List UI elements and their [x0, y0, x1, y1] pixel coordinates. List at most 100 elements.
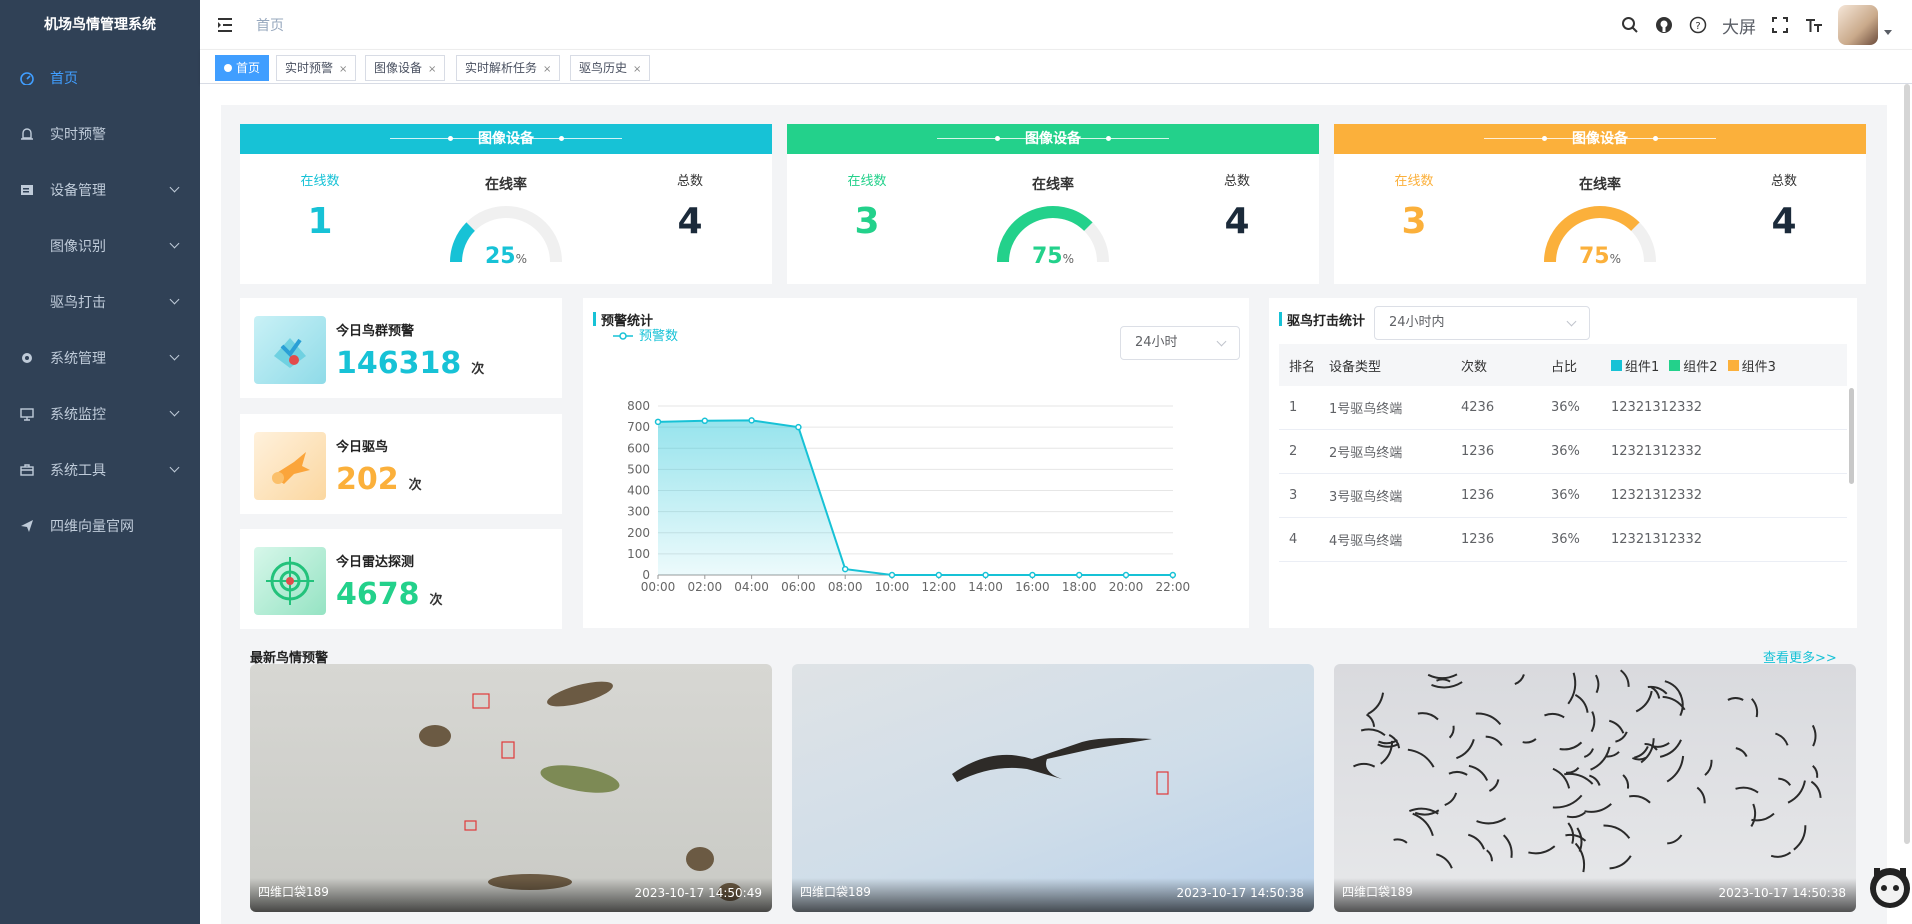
bird-shape [1778, 777, 1792, 786]
bird-shape [1528, 845, 1556, 855]
warning-picture[interactable]: 四维口袋189 2023-10-17 14:50:49 [250, 664, 772, 912]
sidebar-item-label: 系统管理 [50, 351, 106, 367]
repel-range-select[interactable]: 24小时内 [1374, 306, 1590, 340]
fullscreen-icon[interactable] [1770, 15, 1790, 35]
table-legend: 组件1 组件2 组件3 [1611, 356, 1847, 375]
bird-shape [1787, 780, 1806, 804]
device-card-title: 图像设备 [1572, 131, 1628, 147]
sidebar-item-device-mgmt[interactable]: 设备管理 [0, 162, 200, 218]
tag-home[interactable]: 首页 [215, 55, 270, 81]
online-rate-gauge: 在线率 75% [987, 154, 1119, 284]
bird-shape [1485, 735, 1503, 747]
legend-swatch [1611, 359, 1622, 371]
bird-shape [1735, 786, 1759, 794]
x-tick-label: 08:00 [828, 580, 863, 594]
close-icon[interactable]: × [633, 64, 641, 75]
sidebar-item-label: 系统监控 [50, 407, 106, 423]
sidebar-item-image-recognition[interactable]: 图像识别 [0, 218, 200, 274]
caret-down-icon[interactable] [1884, 29, 1892, 35]
repel-table: 排名 设备类型 次数 占比 组件1 组件2 组件3 1 1号驱鸟终端 4236 36%… [1279, 344, 1847, 562]
sidebar-item-label: 四维向量官网 [50, 519, 134, 535]
x-tick-label: 00:00 [641, 580, 676, 594]
table-row[interactable]: 3 3号驱鸟终端 1236 36% 12321312332 [1279, 474, 1847, 518]
warning-picture[interactable]: 四维口袋189 2023-10-17 14:50:38 [1334, 664, 1856, 912]
sidebar-item-system-monitor[interactable]: 系统监控 [0, 386, 200, 442]
bird-shape [1629, 795, 1651, 804]
sidebar-item-label: 首页 [50, 71, 78, 87]
help-icon[interactable]: ? [1688, 15, 1708, 35]
warning-picture[interactable]: 四维口袋189 2023-10-17 14:50:38 [792, 664, 1314, 912]
tag-repel-history[interactable]: 驱鸟历史 × [570, 55, 651, 81]
table-row[interactable]: 2 2号驱鸟终端 1236 36% 12321312332 [1279, 430, 1847, 474]
warning-line-chart: 010020030040050060070080000:00 02:00 04:00… [613, 328, 1190, 594]
bird-shape [1365, 713, 1376, 727]
bird-shape [1436, 678, 1451, 683]
device-card: 图像设备 在线数 3 在线率 75% 总数 4 [787, 124, 1319, 284]
close-icon[interactable]: × [543, 64, 551, 75]
sidebar-item-bird-repel[interactable]: 驱鸟打击 [0, 274, 200, 330]
bird-shape [1566, 811, 1586, 819]
picture-time: 2023-10-17 14:50:38 [1718, 886, 1846, 900]
hamburger-icon[interactable] [217, 17, 237, 33]
series-area [658, 420, 1173, 575]
bird-shape [1574, 693, 1589, 713]
bigscreen-button[interactable]: 大屏 [1722, 13, 1756, 38]
sidebar-item-label: 设备管理 [50, 183, 106, 199]
total-count: 总数 4 [676, 174, 703, 242]
data-point [1029, 571, 1036, 579]
online-count: 在线数 1 [300, 174, 340, 242]
warning-chart-card: 预警统计 24小时 0 100 200 300 400 500 600 700 800 00:00… [583, 298, 1249, 628]
bird-shape [1590, 746, 1611, 771]
tag-realtime-alert[interactable]: 实时预警 × [276, 55, 357, 81]
sidebar: 机场鸟情管理系统 首页 实时预警 设备管理 图像识别 驱鸟打击 系统管理 系统监… [0, 0, 200, 924]
bird-shape [1353, 762, 1376, 768]
chevron-down-icon [169, 350, 180, 361]
page-scrollbar[interactable] [1904, 84, 1910, 844]
bird-shape [1378, 739, 1398, 745]
online-count: 在线数 3 [1394, 174, 1434, 242]
close-icon[interactable]: × [339, 64, 347, 75]
sidebar-item-label: 实时预警 [50, 127, 106, 143]
table-row[interactable]: 4 4号驱鸟终端 1236 36% 12321312332 [1279, 518, 1847, 562]
stat-card-radar: 今日雷达探测 4678 次 [240, 529, 562, 629]
sidebar-item-system-mgmt[interactable]: 系统管理 [0, 330, 200, 386]
table-scrollbar[interactable] [1849, 388, 1854, 484]
tag-image-device[interactable]: 图像设备 × [365, 55, 446, 81]
bird-shape [1476, 817, 1507, 825]
bird-shape [1431, 681, 1463, 689]
bird-shape [1467, 833, 1485, 850]
bird-shape [1565, 833, 1587, 842]
sidebar-item-website[interactable]: 四维向量官网 [0, 498, 200, 554]
font-size-icon[interactable] [1804, 15, 1824, 35]
bird-shape [1417, 712, 1439, 721]
sidebar-item-home[interactable]: 首页 [0, 50, 200, 106]
breadcrumb[interactable]: 首页 [256, 15, 284, 35]
close-icon[interactable]: × [428, 64, 436, 75]
bird-shape [1590, 711, 1596, 733]
picture-device-name: 四维口袋189 [258, 885, 329, 899]
table-row[interactable]: 1 1号驱鸟终端 4236 36% 12321312332 [1279, 386, 1847, 430]
device-card-header: 图像设备 [787, 124, 1319, 154]
github-icon[interactable] [1654, 15, 1674, 35]
bird-shape [1584, 803, 1612, 813]
x-tick-label: 20:00 [1109, 580, 1144, 594]
sidebar-item-label: 驱鸟打击 [50, 295, 106, 311]
bird-shape [1640, 738, 1655, 764]
sidebar-item-realtime-alert[interactable]: 实时预警 [0, 106, 200, 162]
avatar[interactable] [1838, 5, 1878, 45]
bird-shape [1393, 838, 1408, 844]
gear-icon [20, 351, 34, 365]
bird-shape [1552, 767, 1571, 789]
sidebar-item-system-tools[interactable]: 系统工具 [0, 442, 200, 498]
bird-shape [1793, 825, 1807, 851]
device-card-header: 图像设备 [1334, 124, 1866, 154]
bird-repel-icon [254, 432, 326, 500]
data-point [795, 423, 802, 431]
data-point [841, 565, 849, 573]
x-tick-label: 18:00 [1062, 580, 1097, 594]
send-icon [20, 519, 34, 533]
assistant-robot-icon[interactable] [1868, 862, 1912, 912]
search-icon[interactable] [1620, 15, 1640, 35]
data-point [701, 417, 709, 425]
tag-realtime-parse[interactable]: 实时解析任务 × [456, 55, 561, 81]
